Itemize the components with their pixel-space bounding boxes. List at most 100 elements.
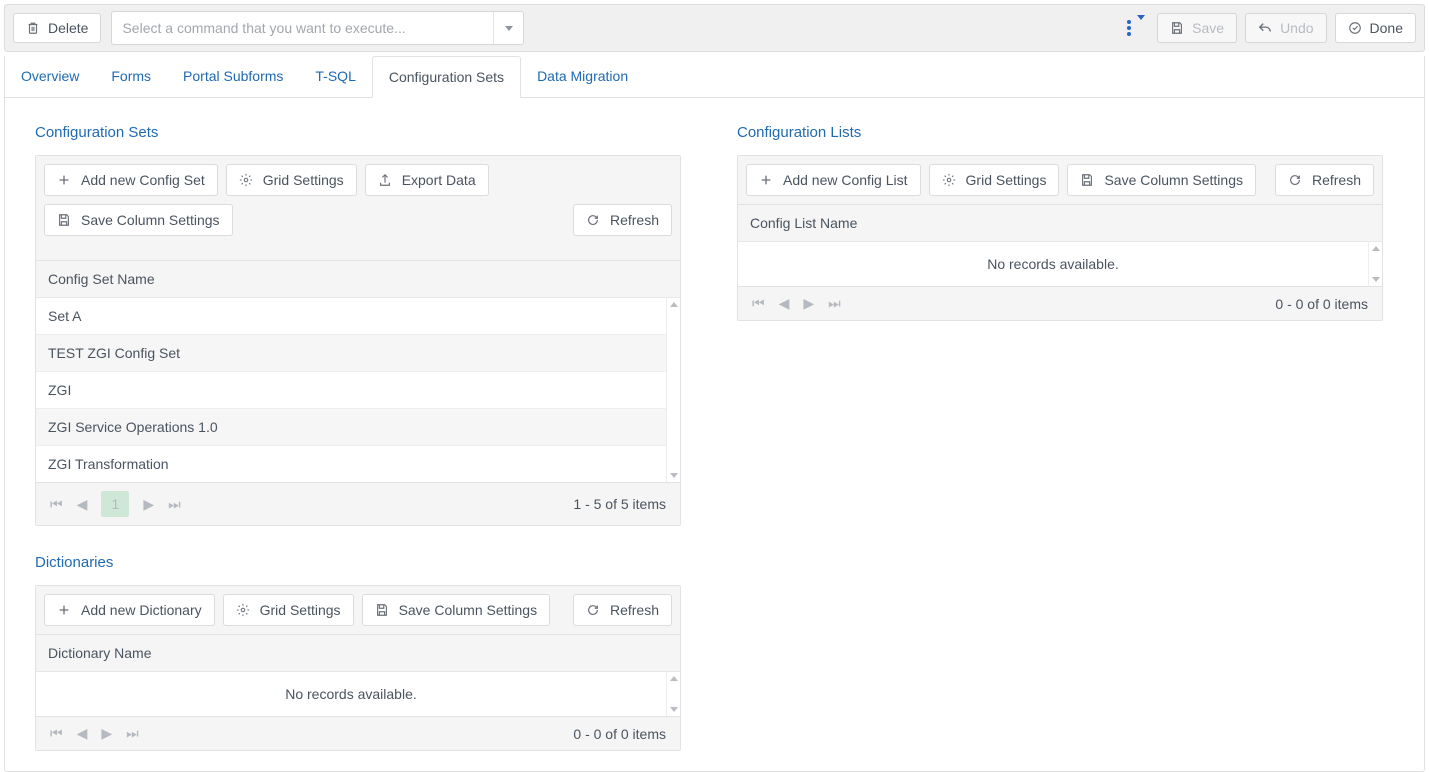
grid-settings-button[interactable]: Grid Settings xyxy=(929,164,1060,196)
top-toolbar: Delete Select a command that you want to… xyxy=(4,4,1425,52)
pager-first-icon[interactable]: ⏮ xyxy=(752,295,765,312)
delete-label: Delete xyxy=(48,20,88,36)
tab-configuration-sets[interactable]: Configuration Sets xyxy=(372,56,521,98)
dictionaries-grid: Add new Dictionary Grid Settings Save Co… xyxy=(35,585,681,751)
pager-first-icon[interactable]: ⏮ xyxy=(50,725,63,742)
pager-next-icon[interactable]: ▶ xyxy=(803,295,814,312)
config-sets-rows: Set A TEST ZGI Config Set ZGI ZGI Servic… xyxy=(36,298,666,482)
add-dictionary-button[interactable]: Add new Dictionary xyxy=(44,594,215,626)
table-row[interactable]: ZGI xyxy=(36,372,666,409)
pager-prev-icon[interactable]: ◀ xyxy=(779,295,790,312)
config-lists-section: Configuration Lists Add new Config List … xyxy=(737,124,1407,321)
grid-settings-label: Grid Settings xyxy=(966,172,1047,188)
export-icon xyxy=(378,173,392,187)
config-lists-pager: ⏮ ◀ ▶ ⏭ 0 - 0 of 0 items xyxy=(738,286,1382,320)
pager-last-icon[interactable]: ⏭ xyxy=(828,295,841,312)
save-columns-button[interactable]: Save Column Settings xyxy=(44,204,233,236)
gear-icon xyxy=(239,173,253,187)
undo-button[interactable]: Undo xyxy=(1245,13,1326,43)
left-column: Configuration Sets Add new Config Set Gr… xyxy=(13,116,683,751)
content-area: Configuration Sets Add new Config Set Gr… xyxy=(5,98,1424,771)
tab-tsql[interactable]: T-SQL xyxy=(299,56,371,97)
pager-info: 0 - 0 of 0 items xyxy=(1275,296,1368,312)
add-config-set-label: Add new Config Set xyxy=(81,172,205,188)
save-button[interactable]: Save xyxy=(1157,13,1237,43)
tab-forms[interactable]: Forms xyxy=(95,56,167,97)
config-list-name-header[interactable]: Config List Name xyxy=(750,215,1356,231)
pager-last-icon[interactable]: ⏭ xyxy=(126,725,139,742)
dictionaries-header: Dictionary Name xyxy=(36,635,680,672)
pager-info: 1 - 5 of 5 items xyxy=(573,496,666,512)
config-set-name-header[interactable]: Config Set Name xyxy=(48,271,654,287)
save-icon xyxy=(1170,21,1184,35)
gear-icon xyxy=(942,173,956,187)
done-button[interactable]: Done xyxy=(1335,13,1416,43)
config-sets-pager: ⏮ ◀ 1 ▶ ⏭ 1 - 5 of 5 items xyxy=(36,482,680,525)
refresh-icon xyxy=(586,603,600,617)
add-dictionary-label: Add new Dictionary xyxy=(81,602,202,618)
scroll-up-icon xyxy=(670,302,678,307)
chevron-down-icon xyxy=(1137,20,1145,36)
pager-prev-icon[interactable]: ◀ xyxy=(77,725,88,742)
add-config-set-button[interactable]: Add new Config Set xyxy=(44,164,218,196)
refresh-button[interactable]: Refresh xyxy=(573,204,672,236)
vertical-scrollbar[interactable] xyxy=(666,672,680,716)
config-lists-toolbar: Add new Config List Grid Settings Save C… xyxy=(738,156,1382,205)
table-row[interactable]: TEST ZGI Config Set xyxy=(36,335,666,372)
undo-icon xyxy=(1258,21,1272,35)
refresh-icon xyxy=(1288,173,1302,187)
delete-button[interactable]: Delete xyxy=(13,13,101,43)
table-row[interactable]: ZGI Service Operations 1.0 xyxy=(36,409,666,446)
tab-portal-subforms[interactable]: Portal Subforms xyxy=(167,56,299,97)
grid-settings-button[interactable]: Grid Settings xyxy=(226,164,357,196)
trash-icon xyxy=(26,21,40,35)
export-data-button[interactable]: Export Data xyxy=(365,164,489,196)
no-records-message: No records available. xyxy=(36,672,666,716)
table-row[interactable]: ZGI Transformation xyxy=(36,446,666,482)
config-lists-grid: Add new Config List Grid Settings Save C… xyxy=(737,155,1383,321)
dictionaries-pager: ⏮ ◀ ▶ ⏭ 0 - 0 of 0 items xyxy=(36,716,680,750)
refresh-label: Refresh xyxy=(1312,172,1361,188)
pager-info: 0 - 0 of 0 items xyxy=(573,726,666,742)
scroll-up-icon xyxy=(1372,246,1380,251)
tab-overview[interactable]: Overview xyxy=(5,56,95,97)
save-icon xyxy=(375,603,389,617)
tab-data-migration[interactable]: Data Migration xyxy=(521,56,644,97)
refresh-button[interactable]: Refresh xyxy=(573,594,672,626)
scroll-down-icon xyxy=(670,707,678,712)
plus-icon xyxy=(57,603,71,617)
grid-settings-button[interactable]: Grid Settings xyxy=(223,594,354,626)
main-panel: Overview Forms Portal Subforms T-SQL Con… xyxy=(4,56,1425,772)
vertical-scrollbar[interactable] xyxy=(1368,242,1382,286)
vertical-scrollbar[interactable] xyxy=(666,298,680,482)
kebab-icon xyxy=(1127,19,1131,37)
scroll-up-icon xyxy=(670,676,678,681)
pager-last-icon[interactable]: ⏭ xyxy=(168,496,181,513)
save-columns-label: Save Column Settings xyxy=(81,212,220,228)
config-sets-toolbar: Add new Config Set Grid Settings Export … xyxy=(36,156,680,261)
save-columns-button[interactable]: Save Column Settings xyxy=(362,594,551,626)
more-actions-menu[interactable] xyxy=(1123,19,1149,37)
config-sets-section: Configuration Sets Add new Config Set Gr… xyxy=(13,124,683,526)
toolbar-right: Save Undo Done xyxy=(1123,13,1416,43)
pager-prev-icon[interactable]: ◀ xyxy=(77,496,88,513)
command-placeholder: Select a command that you want to execut… xyxy=(112,20,493,36)
plus-icon xyxy=(759,173,773,187)
save-columns-button[interactable]: Save Column Settings xyxy=(1067,164,1256,196)
pager-next-icon[interactable]: ▶ xyxy=(101,725,112,742)
grid-settings-label: Grid Settings xyxy=(260,602,341,618)
command-dropdown[interactable]: Select a command that you want to execut… xyxy=(111,11,524,45)
pager-first-icon[interactable]: ⏮ xyxy=(50,496,63,513)
plus-icon xyxy=(57,173,71,187)
table-row[interactable]: Set A xyxy=(36,298,666,335)
save-icon xyxy=(1080,173,1094,187)
dictionary-name-header[interactable]: Dictionary Name xyxy=(48,645,654,661)
add-config-list-button[interactable]: Add new Config List xyxy=(746,164,921,196)
pager-page-number[interactable]: 1 xyxy=(101,491,129,517)
config-lists-title: Configuration Lists xyxy=(737,124,1407,141)
config-sets-grid: Add new Config Set Grid Settings Export … xyxy=(35,155,681,526)
pager-next-icon[interactable]: ▶ xyxy=(143,496,154,513)
check-circle-icon xyxy=(1348,21,1362,35)
config-lists-header: Config List Name xyxy=(738,205,1382,242)
refresh-button[interactable]: Refresh xyxy=(1275,164,1374,196)
